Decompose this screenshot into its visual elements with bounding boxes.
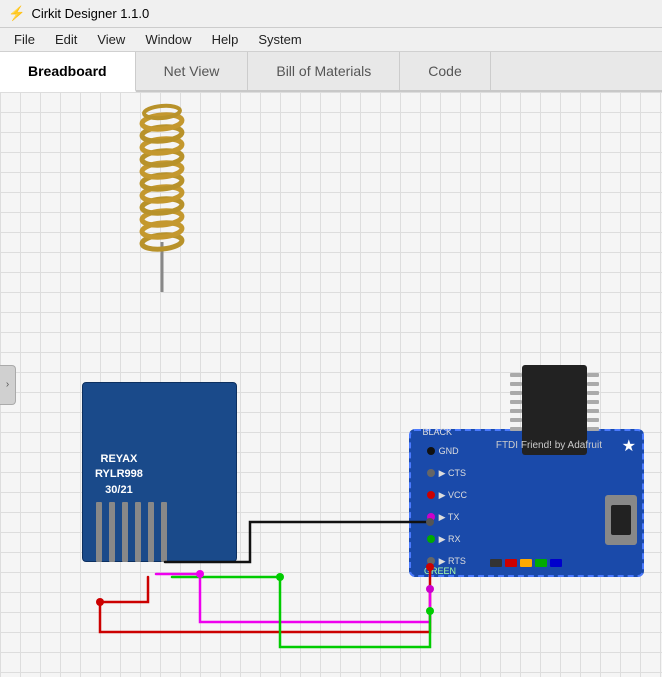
canvas-area[interactable]: › [0,92,662,677]
tab-bom[interactable]: Bill of Materials [248,52,400,90]
antenna-coil [135,102,190,305]
menu-view[interactable]: View [87,30,135,49]
reyax-pins [96,502,167,562]
ftdi-black-label: BLACK [422,427,452,437]
reyax-pin-2 [109,502,115,562]
menu-help[interactable]: Help [202,30,249,49]
menu-edit[interactable]: Edit [45,30,87,49]
reyax-pin-4 [135,502,141,562]
tab-bar: Breadboard Net View Bill of Materials Co… [0,52,662,92]
ftdi-color-bars [490,559,562,567]
reyax-pin-5 [148,502,154,562]
breadboard-canvas: › [0,92,662,677]
ftdi-pin-rx: ▶ RX [427,528,467,550]
usb-connector [605,495,637,545]
title-bar: ⚡ Cirkit Designer 1.1.0 [0,0,662,28]
sidebar-collapse-button[interactable]: › [0,365,16,405]
reyax-pin-3 [122,502,128,562]
reyax-pin-6 [161,502,167,562]
menu-bar: File Edit View Window Help System [0,28,662,52]
app-icon: ⚡ [8,5,25,22]
ftdi-pin-tx: ▶ TX [427,506,467,528]
menu-system[interactable]: System [248,30,311,49]
menu-file[interactable]: File [4,30,45,49]
reyax-pin-1 [96,502,102,562]
menu-window[interactable]: Window [135,30,201,49]
ftdi-pin-rts: ▶ RTS [427,550,467,572]
ftdi-pin-gnd: GND [427,440,467,462]
app-title: Cirkit Designer 1.1.0 [31,6,149,21]
tab-breadboard[interactable]: Breadboard [0,52,136,92]
tab-netview[interactable]: Net View [136,52,249,90]
reyax-label: REYAX RYLR998 30/21 [95,452,143,498]
ftdi-title: FTDI Friend! by Adafruit [496,440,602,451]
ftdi-pin-cts: ▶ CTS [427,462,467,484]
ftdi-pin-vcc: ▶ VCC [427,484,467,506]
tab-code[interactable]: Code [400,52,490,90]
ftdi-pin-labels: GND ▶ CTS ▶ VCC ▶ TX ▶ RX ▶ RTS [427,440,467,572]
ftdi-star-icon: ★ [622,436,636,456]
